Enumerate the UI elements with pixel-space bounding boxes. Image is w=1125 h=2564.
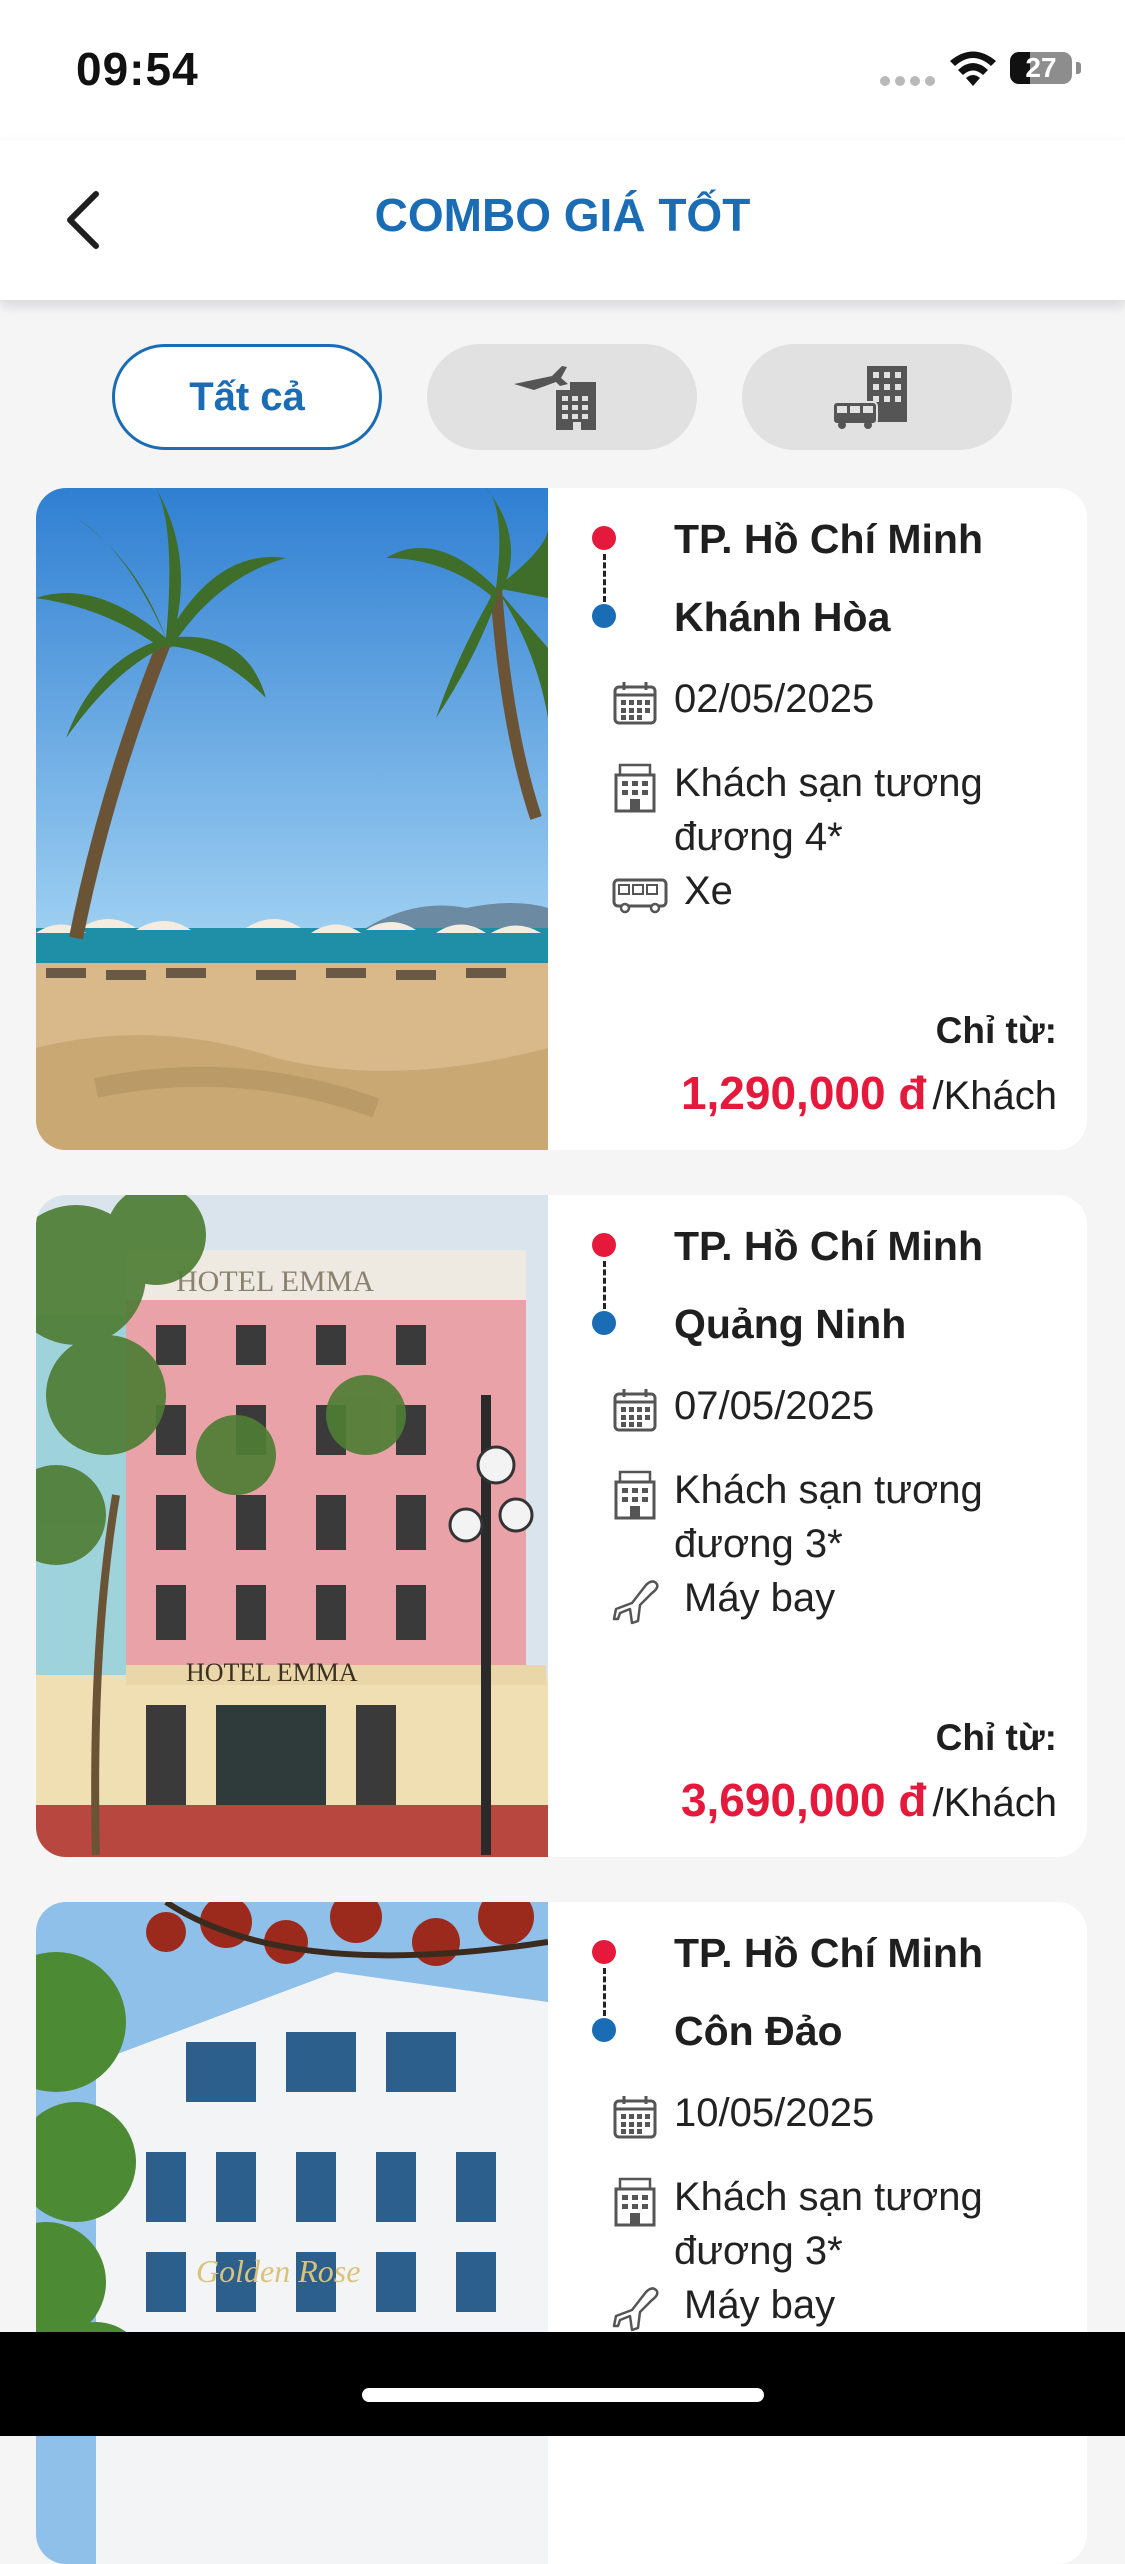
destination-city: Quảng Ninh bbox=[674, 1301, 907, 1347]
combo-transport: Máy bay bbox=[684, 1576, 836, 1620]
calendar-icon bbox=[613, 1389, 657, 1432]
status-time: 09:54 bbox=[76, 43, 199, 95]
combo-info: TP. Hồ Chí Minh Côn Đảo 10/05/2025 Khách… bbox=[548, 1902, 1087, 2564]
app-header: COMBO GIÁ TỐT bbox=[0, 140, 1125, 300]
price-unit: /Khách bbox=[932, 1074, 1057, 1118]
combo-date: 10/05/2025 bbox=[674, 2091, 875, 2135]
home-indicator-bar bbox=[0, 2332, 1125, 2436]
airplane-icon bbox=[612, 1580, 659, 1625]
status-bar: 09:54 27 bbox=[0, 0, 1125, 140]
battery-icon: 27 bbox=[1010, 52, 1072, 84]
filter-bus-hotel-chip[interactable] bbox=[742, 344, 1012, 450]
hotel-icon bbox=[614, 1470, 656, 1520]
page-title: COMBO GIÁ TỐT bbox=[374, 189, 751, 241]
hotel-icon bbox=[614, 2177, 656, 2227]
combo-info: TP. Hồ Chí Minh Khánh Hòa 02/05/2025 Khá… bbox=[548, 488, 1087, 1150]
combo-hotel: Khách sạn tương đương 3* bbox=[674, 2175, 983, 2273]
combo-transport: Máy bay bbox=[684, 2283, 836, 2327]
origin-city: TP. Hồ Chí Minh bbox=[674, 1930, 984, 1976]
combo-card[interactable]: Golden Rose TP. Hồ Chí Minh Côn Đảo 10/0… bbox=[36, 1902, 1087, 2564]
price-amount: 1,290,000 đ bbox=[680, 1067, 927, 1119]
calendar-icon bbox=[613, 2096, 657, 2139]
price-row: 3,690,000 đ/Khách bbox=[681, 1773, 1057, 1827]
route-line bbox=[603, 1261, 606, 1309]
plane-hotel-icon bbox=[514, 366, 596, 430]
hotel-sign-bottom: HOTEL EMMA bbox=[186, 1658, 358, 1687]
price-row: 1,290,000 đ/Khách bbox=[681, 1066, 1057, 1120]
combo-image-hotel-emma: HOTEL EMMA HOTEL EMMA bbox=[36, 1195, 548, 1857]
destination-dot bbox=[592, 2018, 616, 2042]
hotel-icon bbox=[614, 763, 656, 813]
home-indicator[interactable] bbox=[362, 2388, 764, 2402]
battery-tip bbox=[1076, 62, 1081, 74]
origin-dot bbox=[592, 526, 616, 550]
hotel-emma-image: HOTEL EMMA HOTEL EMMA bbox=[36, 1195, 548, 1857]
route-line bbox=[603, 1968, 606, 2016]
origin-city: TP. Hồ Chí Minh bbox=[674, 1223, 984, 1269]
airplane-icon bbox=[612, 2287, 659, 2332]
filter-bar: Tất cả bbox=[0, 344, 1125, 450]
price-amount: 3,690,000 đ bbox=[680, 1774, 927, 1826]
combo-date: 07/05/2025 bbox=[674, 1384, 875, 1428]
combo-info: TP. Hồ Chí Minh Quảng Ninh 07/05/2025 Kh… bbox=[548, 1195, 1087, 1857]
price-label: Chỉ từ: bbox=[935, 1010, 1057, 1051]
combo-transport: Xe bbox=[684, 869, 733, 913]
filter-flight-hotel-chip[interactable] bbox=[427, 344, 697, 450]
price-label: Chỉ từ: bbox=[935, 1717, 1057, 1758]
price-unit: /Khách bbox=[932, 1781, 1057, 1825]
hotel-sign-top: HOTEL EMMA bbox=[176, 1265, 374, 1298]
combo-image-golden-rose: Golden Rose bbox=[36, 1902, 548, 2564]
combo-hotel: Khách sạn tương đương 4* bbox=[674, 761, 983, 859]
beach-palm-trees-image bbox=[36, 488, 548, 1150]
destination-city: Khánh Hòa bbox=[674, 594, 891, 640]
combo-hotel: Khách sạn tương đương 3* bbox=[674, 1468, 983, 1566]
filter-all-chip[interactable]: Tất cả bbox=[112, 344, 382, 450]
combo-date: 02/05/2025 bbox=[674, 677, 875, 721]
destination-city: Côn Đảo bbox=[674, 2008, 843, 2054]
cellular-signal-icon bbox=[880, 76, 936, 86]
destination-dot bbox=[592, 1311, 616, 1335]
origin-dot bbox=[592, 1233, 616, 1257]
bus-icon bbox=[612, 878, 668, 914]
golden-rose-sign: Golden Rose bbox=[196, 2253, 360, 2289]
combo-card[interactable]: TP. Hồ Chí Minh Khánh Hòa 02/05/2025 Khá… bbox=[36, 488, 1087, 1150]
combo-card[interactable]: HOTEL EMMA HOTEL EMMA TP. Hồ Chí Minh Qu… bbox=[36, 1195, 1087, 1857]
golden-rose-hotel-image: Golden Rose bbox=[36, 1902, 548, 2564]
calendar-icon bbox=[613, 682, 657, 725]
battery-level: 27 bbox=[1025, 52, 1057, 83]
origin-city: TP. Hồ Chí Minh bbox=[674, 516, 984, 562]
route-line bbox=[603, 554, 606, 602]
combo-image-beach bbox=[36, 488, 548, 1150]
destination-dot bbox=[592, 604, 616, 628]
bus-hotel-icon bbox=[832, 366, 907, 429]
wifi-icon bbox=[950, 51, 996, 86]
origin-dot bbox=[592, 1940, 616, 1964]
